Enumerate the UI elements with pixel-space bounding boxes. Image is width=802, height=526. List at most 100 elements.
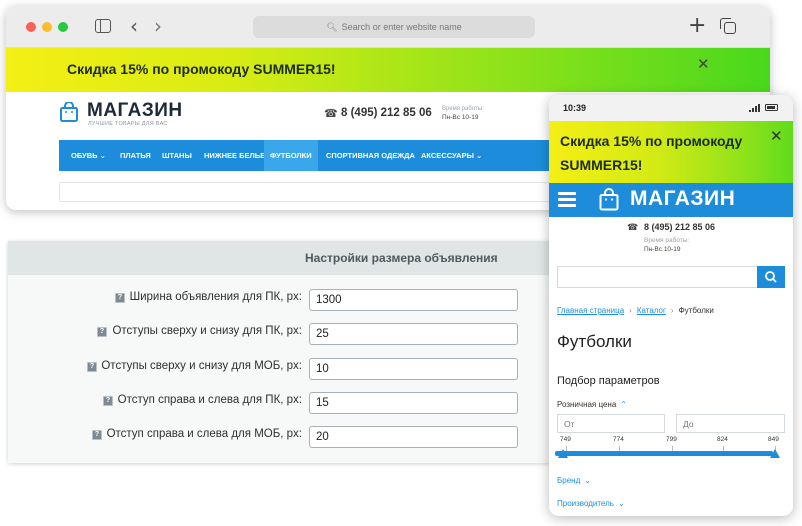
price-filter-toggle[interactable]: Розничная цена ⌃: [557, 400, 627, 409]
phone-number[interactable]: 8 (495) 212 85 06: [341, 107, 432, 119]
nav-item-pants[interactable]: ШТАНЫ: [162, 140, 192, 171]
manufacturer-filter-toggle[interactable]: Производитель ⌄: [557, 499, 625, 508]
address-bar[interactable]: 🔍︎ Search or enter website name: [253, 16, 535, 38]
status-time: 10:39: [563, 103, 587, 113]
mobile-status-bar: 10:39: [549, 95, 793, 121]
manufacturer-filter-label: Производитель: [557, 499, 614, 508]
search-icon: [765, 271, 777, 283]
battery-icon: [765, 104, 778, 111]
promo-text: Скидка 15% по промокоду SUMMER15!: [67, 61, 336, 77]
address-placeholder: Search or enter website name: [341, 22, 462, 32]
chevron-up-icon: ⌃: [620, 400, 627, 409]
brand-filter-label: Бренд: [557, 476, 581, 485]
hamburger-menu-icon[interactable]: [558, 192, 576, 207]
mobile-horizontal-padding-input[interactable]: [309, 426, 518, 448]
setting-label: Отступ справа и слева для ПК, px:: [117, 394, 302, 406]
pc-horizontal-padding-input[interactable]: [309, 392, 518, 414]
chevron-down-icon: ⌄: [617, 499, 625, 508]
pc-vertical-padding-input[interactable]: [309, 323, 518, 345]
setting-label: Отступы сверху и снизу для ПК, px:: [112, 325, 302, 337]
phone-icon: ☎: [627, 222, 639, 232]
setting-label: Отступ справа и слева для МОБ, px:: [106, 428, 302, 440]
mobile-hours-label: Время работы:: [644, 237, 690, 244]
nav-item-tshirts[interactable]: ФУТБОЛКИ: [264, 140, 318, 171]
help-icon[interactable]: ?: [115, 293, 125, 303]
sidebar-toggle-icon[interactable]: [95, 19, 111, 33]
promo-banner: Скидка 15% по промокоду SUMMER15! ✕: [6, 48, 770, 92]
brand-filter-toggle[interactable]: Бренд ⌄: [557, 476, 591, 485]
price-from-input[interactable]: [557, 414, 665, 433]
price-range-track[interactable]: [555, 451, 773, 456]
chevron-right-icon: ›: [670, 306, 674, 315]
help-icon[interactable]: ?: [92, 430, 102, 440]
mobile-device-frame: 10:39 Скидка 15% по промокоду SUMMER15! …: [549, 95, 793, 516]
help-icon[interactable]: ?: [97, 327, 107, 337]
price-tick-label: 774: [613, 436, 624, 443]
price-tick-label: 749: [560, 436, 571, 443]
setting-row: ? Ширина объявления для ПК, px:: [8, 289, 564, 315]
site-tagline: ЛУЧШИЕ ТОВАРЫ ДЛЯ ВАС: [88, 121, 168, 127]
setting-row: ? Отступ справа и слева для ПК, px:: [8, 392, 564, 418]
price-tick-label: 799: [666, 436, 677, 443]
new-tab-icon[interactable]: +: [688, 12, 706, 40]
mobile-search-input[interactable]: [557, 266, 757, 288]
phone-icon: ☎: [324, 108, 338, 120]
setting-row: ? Отступы сверху и снизу для МОБ, px:: [8, 358, 564, 384]
mobile-search: [557, 266, 785, 288]
tab-overview-icon[interactable]: [720, 18, 736, 34]
mobile-site-logo[interactable]: МАГАЗИН: [630, 187, 735, 211]
price-tick-label: 824: [717, 436, 728, 443]
close-window-button[interactable]: [26, 22, 36, 32]
browser-toolbar: ‹ › 🔍︎ Search or enter website name +: [6, 6, 770, 48]
back-arrow-icon[interactable]: ‹: [130, 14, 138, 38]
price-to-input[interactable]: [676, 414, 785, 433]
setting-label: Ширина объявления для ПК, px:: [129, 291, 302, 303]
settings-title: Настройки размера объявления: [305, 251, 498, 265]
breadcrumb: Главная страница › Каталог › Футболки: [557, 306, 714, 315]
mobile-phone-number[interactable]: 8 (495) 212 85 06: [644, 222, 715, 232]
site-logo[interactable]: МАГАЗИН: [87, 100, 183, 122]
chevron-right-icon: ›: [629, 306, 632, 315]
price-tick-label: 849: [768, 436, 779, 443]
nav-item-shoes[interactable]: ОБУВЬ ⌄: [71, 140, 106, 171]
pc-width-input[interactable]: [309, 289, 518, 311]
nav-item-accessories[interactable]: АКСЕССУАРЫ ⌄: [421, 140, 482, 171]
page-title: Футболки: [557, 332, 632, 351]
setting-row: ? Отступ справа и слева для МОБ, px:: [8, 426, 564, 452]
hours-label: Время работы:: [442, 106, 484, 112]
setting-row: ? Отступы сверху и снизу для ПК, px:: [8, 323, 564, 349]
close-icon[interactable]: ✕: [770, 127, 783, 145]
mobile-promo-banner: Скидка 15% по промокоду SUMMER15! ✕: [549, 121, 793, 183]
signal-icon: [749, 104, 760, 112]
nav-item-dresses[interactable]: ПЛАТЬЯ: [120, 140, 151, 171]
setting-label: Отступы сверху и снизу для МОБ, px:: [101, 360, 302, 372]
settings-header: Настройки размера объявления: [8, 241, 564, 275]
breadcrumb-catalog[interactable]: Каталог: [637, 306, 666, 315]
price-max-handle[interactable]: [770, 449, 780, 458]
price-filter-label: Розничная цена: [557, 400, 617, 409]
close-icon[interactable]: ✕: [697, 55, 710, 73]
nav-item-sportswear[interactable]: СПОРТИВНАЯ ОДЕЖДА: [326, 140, 415, 171]
shopping-bag-icon: [60, 102, 78, 122]
mobile-working-hours: Пн-Вс 10-19: [644, 246, 681, 253]
price-scale: 749 774 799 824 849: [557, 436, 785, 462]
breadcrumb-current: Футболки: [678, 306, 714, 315]
mobile-vertical-padding-input[interactable]: [309, 358, 518, 380]
nav-item-underwear[interactable]: НИЖНЕЕ БЕЛЬЕ: [204, 140, 265, 171]
breadcrumb-home[interactable]: Главная страница: [557, 306, 624, 315]
minimize-window-button[interactable]: [42, 22, 52, 32]
help-icon[interactable]: ?: [103, 396, 113, 406]
chevron-down-icon: ⌄: [584, 476, 591, 485]
shopping-bag-icon: [599, 188, 619, 211]
working-hours: Пн-Вс 10-19: [442, 114, 479, 121]
price-min-handle[interactable]: [558, 449, 568, 458]
ad-size-settings-panel: Настройки размера объявления ? Ширина об…: [8, 241, 564, 463]
maximize-window-button[interactable]: [58, 22, 68, 32]
search-icon: 🔍︎: [326, 22, 338, 32]
help-icon[interactable]: ?: [87, 362, 97, 372]
filter-title: Подбор параметров: [557, 375, 660, 387]
forward-arrow-icon[interactable]: ›: [154, 14, 162, 38]
mobile-promo-text: Скидка 15% по промокоду SUMMER15!: [560, 133, 743, 173]
mobile-search-button[interactable]: [757, 266, 785, 288]
mobile-contacts: ☎ 8 (495) 212 85 06 Время работы: Пн-Вс …: [549, 217, 793, 265]
